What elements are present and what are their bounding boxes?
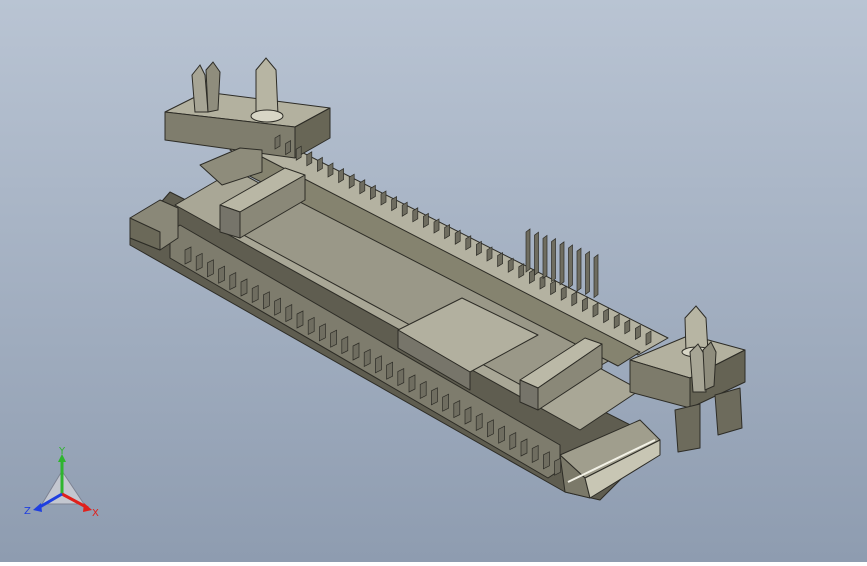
contact-pin bbox=[386, 361, 393, 380]
contact-pin bbox=[487, 419, 494, 438]
contact-pin bbox=[498, 425, 505, 444]
contact-pin bbox=[307, 316, 315, 335]
contact-pin bbox=[195, 252, 203, 271]
axis-triad: Y X Z bbox=[22, 446, 106, 526]
contact-pin bbox=[585, 250, 590, 296]
contact-pin bbox=[509, 432, 517, 451]
contact-pin bbox=[543, 451, 550, 470]
contact-pin bbox=[534, 231, 539, 276]
contact-pin bbox=[464, 406, 472, 425]
contact-pin bbox=[240, 278, 248, 297]
clip-left-2 bbox=[205, 61, 221, 113]
contact-pin bbox=[408, 374, 416, 393]
contact-pin bbox=[442, 393, 449, 412]
clip-right-2 bbox=[702, 341, 717, 391]
contact-pin bbox=[568, 244, 573, 289]
contact-pin bbox=[184, 246, 192, 265]
cad-viewport[interactable]: Y X Z bbox=[0, 0, 867, 562]
contact-pin bbox=[207, 259, 214, 278]
contact-pin bbox=[576, 247, 582, 292]
contact-pin bbox=[251, 284, 259, 303]
contact-pin bbox=[431, 387, 438, 406]
contact-pin bbox=[531, 444, 539, 463]
contact-pin bbox=[593, 253, 599, 299]
contact-pin bbox=[330, 329, 337, 348]
triad-y-label: Y bbox=[58, 446, 66, 457]
triad-x-label: X bbox=[92, 508, 99, 519]
contact-pin bbox=[453, 400, 461, 419]
right-foot bbox=[714, 387, 743, 436]
x-arrow-icon bbox=[83, 503, 92, 512]
contact-pin bbox=[551, 237, 556, 283]
contact-pin bbox=[475, 412, 483, 431]
contact-pin bbox=[218, 265, 225, 284]
contact-pin bbox=[554, 457, 561, 476]
contact-pin bbox=[542, 234, 548, 280]
right-foot-2 bbox=[674, 403, 701, 453]
contact-pin bbox=[263, 291, 270, 310]
contact-pin bbox=[375, 355, 382, 374]
contact-pin bbox=[363, 348, 371, 367]
contact-pin bbox=[341, 336, 349, 355]
contact-pin bbox=[285, 304, 293, 323]
contact-pin bbox=[229, 272, 237, 291]
contact-pin bbox=[397, 368, 405, 387]
z-arrow-icon bbox=[33, 503, 42, 512]
contact-pin bbox=[296, 310, 304, 329]
contact-pin bbox=[559, 241, 565, 286]
contact-pin bbox=[319, 323, 326, 342]
contact-pin bbox=[274, 297, 281, 316]
contact-pin bbox=[520, 438, 528, 457]
post-left-base bbox=[250, 109, 284, 123]
contact-pin bbox=[525, 228, 531, 273]
triad-z-label: Z bbox=[24, 506, 31, 517]
contact-pin bbox=[352, 342, 360, 361]
connector-3d-model[interactable] bbox=[0, 0, 867, 562]
contact-pin bbox=[419, 380, 427, 399]
